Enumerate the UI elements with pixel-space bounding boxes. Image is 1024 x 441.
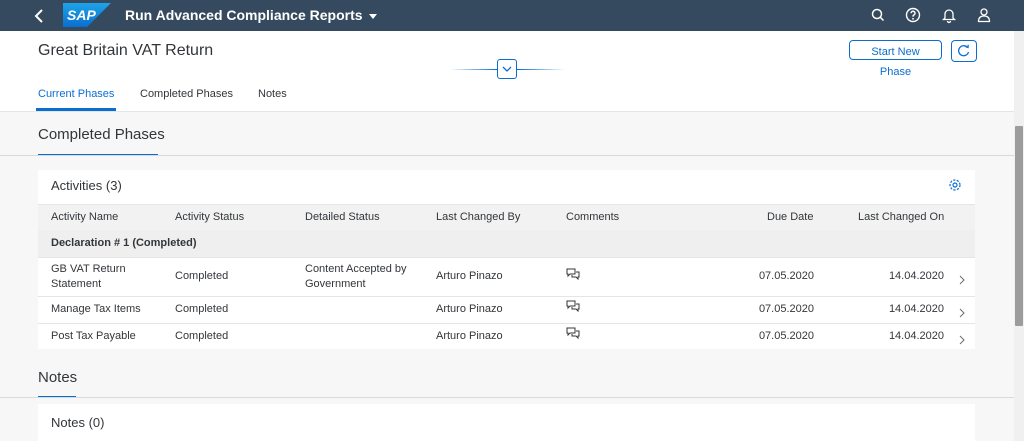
detailed-status: Content Accepted by Government	[305, 262, 407, 292]
shell-bar: SAP Run Advanced Compliance Reports	[0, 0, 1024, 31]
column-header-comments: Comments	[566, 211, 620, 223]
collapse-header-button[interactable]	[497, 59, 517, 79]
table-row[interactable]: Manage Tax Items Completed Arturo Pinazo…	[38, 297, 975, 324]
chevron-right-icon[interactable]	[958, 332, 966, 345]
section-title-completed-phases: Completed Phases	[38, 126, 165, 143]
column-header-last-changed-on: Last Changed On	[858, 211, 945, 223]
user-icon[interactable]	[975, 6, 993, 24]
tab-current-phases[interactable]: Current Phases	[38, 88, 114, 100]
detailed-status-line: Government	[305, 278, 366, 290]
last-changed-on: 14.04.2020	[888, 303, 944, 315]
group-header-label: Declaration # 1 (Completed)	[51, 237, 197, 249]
last-changed-by: Arturo Pinazo	[436, 303, 503, 315]
column-header-activity-status: Activity Status	[175, 211, 245, 223]
last-changed-on: 14.04.2020	[888, 330, 944, 342]
due-date: 07.05.2020	[758, 270, 814, 282]
due-date: 07.05.2020	[758, 330, 814, 342]
last-changed-by: Arturo Pinazo	[436, 270, 503, 282]
object-header: Great Britain VAT Return Start New Phase…	[0, 31, 1014, 112]
chevron-right-icon[interactable]	[958, 305, 966, 318]
app-title-label: Run Advanced Compliance Reports	[125, 7, 363, 23]
refresh-icon	[958, 44, 970, 57]
logo-text: SAP	[67, 7, 96, 23]
last-changed-by: Arturo Pinazo	[436, 330, 503, 342]
column-header-last-changed-by: Last Changed By	[436, 211, 521, 223]
column-header-due-date: Due Date	[767, 211, 814, 223]
activity-status: Completed	[175, 270, 229, 282]
last-changed-on: 14.04.2020	[888, 270, 944, 282]
scrollbar[interactable]	[1014, 31, 1024, 441]
settings-icon[interactable]	[948, 178, 962, 192]
scrollbar-thumb[interactable]	[1015, 126, 1023, 326]
comments-icon[interactable]	[566, 268, 580, 281]
table-row[interactable]: GB VAT Return Statement Completed Conten…	[38, 258, 975, 297]
tab-completed-phases[interactable]: Completed Phases	[140, 88, 233, 100]
activity-name: Post Tax Payable	[51, 330, 136, 342]
start-new-phase-button[interactable]: Start New Phase	[849, 40, 942, 78]
tab-notes[interactable]: Notes	[258, 88, 287, 100]
activity-name-line: Statement	[51, 278, 102, 290]
comments-icon[interactable]	[566, 300, 580, 313]
section-title-notes: Notes	[38, 369, 78, 386]
chevron-down-icon	[368, 13, 377, 19]
comments-icon[interactable]	[566, 327, 580, 340]
column-header-activity-name: Activity Name	[51, 211, 119, 223]
detailed-status-line: Content Accepted by	[305, 263, 407, 275]
table-header-row: Activity Name Activity Status Detailed S…	[38, 204, 975, 231]
app-title[interactable]: Run Advanced Compliance Reports	[125, 7, 377, 23]
page-title: Great Britain VAT Return	[38, 42, 214, 59]
table-row[interactable]: Post Tax Payable Completed Arturo Pinazo…	[38, 324, 975, 349]
divider	[0, 397, 1014, 398]
activity-status: Completed	[175, 303, 229, 315]
notifications-icon[interactable]	[940, 6, 958, 24]
column-header-detailed-status: Detailed Status	[305, 211, 380, 223]
activity-name: GB VAT Return Statement	[51, 262, 126, 292]
group-header-row[interactable]: Declaration # 1 (Completed)	[38, 230, 975, 258]
chevron-down-icon	[502, 66, 512, 72]
notes-heading: Notes (0)	[51, 415, 105, 430]
divider	[0, 155, 1014, 156]
table-heading: Activities (3)	[51, 178, 122, 193]
activity-status: Completed	[175, 330, 229, 342]
chevron-right-icon[interactable]	[958, 272, 966, 285]
activities-table: Activities (3) Activity Name Activity St…	[38, 170, 975, 349]
active-tab-indicator	[36, 108, 116, 111]
help-icon[interactable]	[904, 6, 922, 24]
activity-name-line: GB VAT Return	[51, 263, 126, 275]
back-icon[interactable]	[30, 6, 50, 26]
search-icon[interactable]	[869, 6, 887, 24]
due-date: 07.05.2020	[758, 303, 814, 315]
sap-logo[interactable]: SAP	[63, 3, 111, 27]
refresh-button[interactable]	[951, 40, 977, 62]
activity-name: Manage Tax Items	[51, 303, 141, 315]
notes-panel: Notes (0)	[38, 404, 975, 441]
